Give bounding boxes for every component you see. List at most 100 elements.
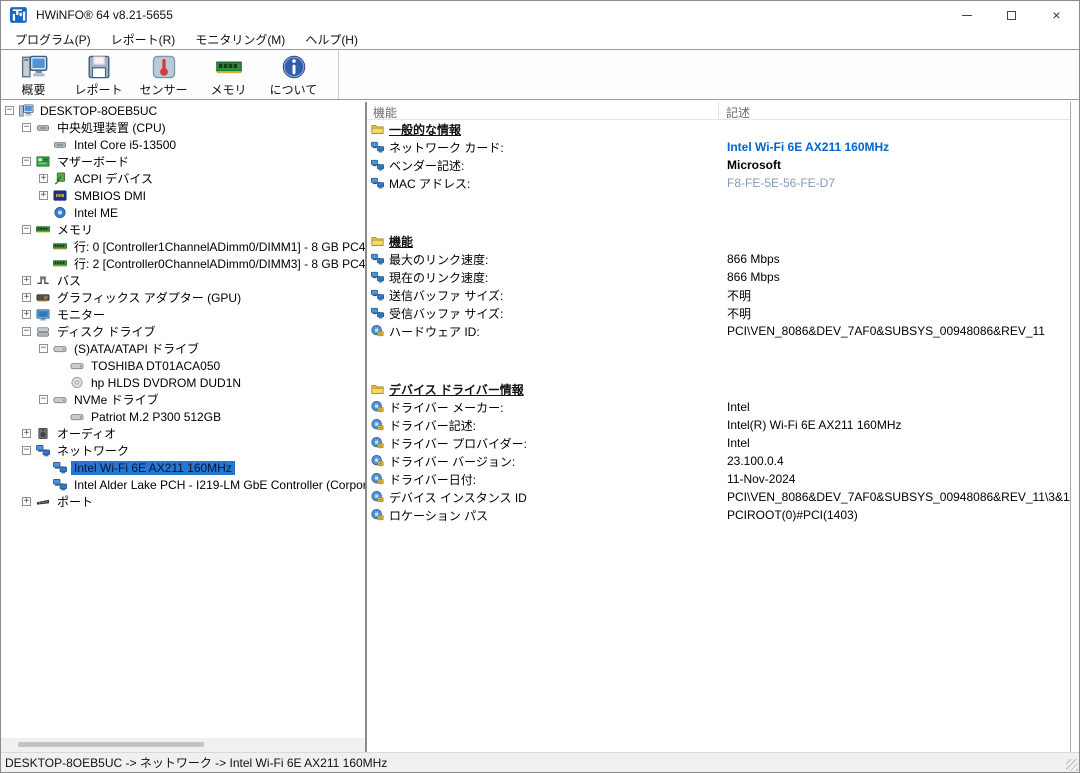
detail-label: 最大のリンク速度: — [389, 251, 488, 268]
collapse-icon[interactable]: − — [39, 395, 48, 404]
tree-row: − (S)ATA/ATAPI ドライブ — [1, 340, 365, 357]
toolbar-button-memory[interactable]: メモリ — [196, 50, 261, 99]
menu-item-3[interactable]: モニタリング(M) — [185, 29, 295, 50]
collapse-icon[interactable]: − — [39, 344, 48, 353]
detail-row: ベンダー記述:Microsoft — [367, 156, 1070, 174]
tree-item-label[interactable]: ネットワーク — [54, 442, 132, 459]
expand-icon[interactable]: + — [39, 191, 48, 200]
section-title: デバイス ドライバー情報 — [389, 381, 524, 398]
tree-item-label[interactable]: Intel Alder Lake PCH - I219-LM GbE Contr… — [71, 478, 365, 492]
tree-spacer — [56, 361, 65, 370]
tree-item-label[interactable]: オーディオ — [54, 425, 119, 442]
tree-item-label[interactable]: (S)ATA/ATAPI ドライブ — [71, 340, 202, 357]
tree-row: − NVMe ドライブ — [1, 391, 365, 408]
close-button[interactable]: × — [1034, 1, 1079, 29]
collapse-icon[interactable]: − — [5, 106, 14, 115]
tree-item-label[interactable]: ACPI デバイス — [71, 170, 156, 187]
detail-label: デバイス インスタンス ID — [389, 489, 527, 506]
tree-item-label[interactable]: SMBIOS DMI — [71, 189, 149, 203]
detail-value: 不明 — [727, 305, 751, 322]
tree-item-label[interactable]: Intel Wi-Fi 6E AX211 160MHz — [71, 461, 235, 475]
collapse-icon[interactable]: − — [22, 123, 31, 132]
expand-icon[interactable]: + — [22, 276, 31, 285]
detail-value: PCI\VEN_8086&DEV_7AF0&SUBSYS_00948086&RE… — [727, 490, 1071, 504]
network-icon — [370, 270, 385, 284]
menu-item-1[interactable]: プログラム(P) — [5, 29, 101, 50]
tree-item-label[interactable]: NVMe ドライブ — [71, 391, 162, 408]
collapse-icon[interactable]: − — [22, 225, 31, 234]
collapse-icon[interactable]: − — [22, 327, 31, 336]
detail-label: ドライバー日付: — [389, 471, 476, 488]
tree-item-label[interactable]: hp HLDS DVDROM DUD1N — [88, 376, 244, 390]
tree-item-label[interactable]: 行: 2 [Controller0ChannelADimm0/DIMM3] - … — [71, 255, 365, 272]
toolbar: 概要レポートセンサーメモリについて — [1, 50, 1079, 100]
close-icon: × — [1052, 8, 1060, 22]
tree-item-label[interactable]: ディスク ドライブ — [54, 323, 159, 340]
tree-item-label[interactable]: TOSHIBA DT01ACA050 — [88, 359, 223, 373]
sensor-icon — [150, 54, 178, 80]
resize-grip-icon[interactable] — [1066, 759, 1078, 771]
tree-item-label[interactable]: Patriot M.2 P300 512GB — [88, 410, 224, 424]
detail-value: 23.100.0.4 — [727, 454, 784, 468]
detail-row: MAC アドレス: F8-FE-5E-56-FE-D7 — [367, 174, 1070, 192]
column-header-description[interactable]: 記述 — [719, 102, 1070, 119]
column-header-feature[interactable]: 機能 — [367, 102, 719, 119]
collapse-icon[interactable]: − — [22, 157, 31, 166]
overview-icon — [20, 54, 48, 80]
toolbar-button-report[interactable]: レポート — [66, 50, 131, 99]
tree-item-label[interactable]: Intel Core i5-13500 — [71, 138, 179, 152]
disks-icon — [35, 324, 51, 339]
scrollbar-thumb[interactable] — [18, 742, 204, 747]
tree-item-label[interactable]: DESKTOP-8OEB5UC — [37, 104, 160, 118]
collapse-icon[interactable]: − — [22, 446, 31, 455]
tree-row: + ポート — [1, 493, 365, 510]
driver-icon — [370, 436, 385, 450]
detail-row: ドライバー プロバイダー:Intel — [367, 434, 1070, 452]
tree-item-label[interactable]: 中央処理装置 (CPU) — [54, 119, 169, 136]
detail-label: MAC アドレス: — [389, 175, 470, 192]
driver-icon — [370, 400, 385, 414]
tree-row: + ACPI デバイス — [1, 170, 365, 187]
tree-row: Intel ME — [1, 204, 365, 221]
maximize-button[interactable] — [989, 1, 1034, 29]
tree-row: Intel Alder Lake PCH - I219-LM GbE Contr… — [1, 476, 365, 493]
detail-value: Intel(R) Wi-Fi 6E AX211 160MHz — [727, 418, 902, 432]
detail-value: F8-FE-5E-56-FE-D7 — [727, 176, 835, 190]
tree-item-label[interactable]: マザーボード — [54, 153, 132, 170]
minimize-button[interactable] — [944, 1, 989, 29]
detail-row: ドライバー記述:Intel(R) Wi-Fi 6E AX211 160MHz — [367, 416, 1070, 434]
menu-item-2[interactable]: レポート(R) — [101, 29, 186, 50]
expand-icon[interactable]: + — [22, 293, 31, 302]
expand-icon[interactable]: + — [22, 497, 31, 506]
title-bar: HWiNFO® 64 v8.21-5655 × — [1, 1, 1079, 29]
tree-item-label[interactable]: メモリ — [54, 221, 96, 238]
expand-icon[interactable]: + — [22, 310, 31, 319]
expand-icon[interactable]: + — [39, 174, 48, 183]
status-text: DESKTOP-8OEB5UC -> ネットワーク -> Intel Wi-Fi… — [5, 754, 387, 771]
tree-item-label[interactable]: 行: 0 [Controller1ChannelADimm0/DIMM1] - … — [71, 238, 365, 255]
motherboard-icon — [35, 154, 51, 169]
driver-icon — [370, 508, 385, 522]
tree-item-label[interactable]: Intel ME — [71, 206, 121, 220]
tree-item-label[interactable]: モニター — [54, 306, 108, 323]
minimize-icon — [962, 15, 972, 16]
toolbar-button-label: について — [270, 81, 318, 98]
toolbar-button-overview[interactable]: 概要 — [1, 50, 66, 99]
main-area: −DESKTOP-8OEB5UC−中央処理装置 (CPU)Intel Core … — [1, 102, 1079, 752]
network-icon — [370, 288, 385, 302]
tree-item-label[interactable]: バス — [54, 272, 84, 289]
detail-row: ドライバー メーカー:Intel — [367, 398, 1070, 416]
tree-item-label[interactable]: グラフィックス アダプター (GPU) — [54, 289, 244, 306]
network-icon — [35, 443, 51, 458]
tree-item-label[interactable]: ポート — [54, 493, 96, 510]
tree-row: Intel Wi-Fi 6E AX211 160MHz — [1, 459, 365, 476]
tree-spacer — [56, 412, 65, 421]
tree-row: Patriot M.2 P300 512GB — [1, 408, 365, 425]
toolbar-button-sensor[interactable]: センサー — [131, 50, 196, 99]
tree-horizontal-scrollbar[interactable] — [1, 738, 365, 752]
driver-icon — [370, 418, 385, 432]
toolbar-button-about[interactable]: について — [261, 50, 326, 99]
menu-item-4[interactable]: ヘルプ(H) — [295, 29, 368, 50]
dmi-icon — [52, 188, 68, 203]
expand-icon[interactable]: + — [22, 429, 31, 438]
